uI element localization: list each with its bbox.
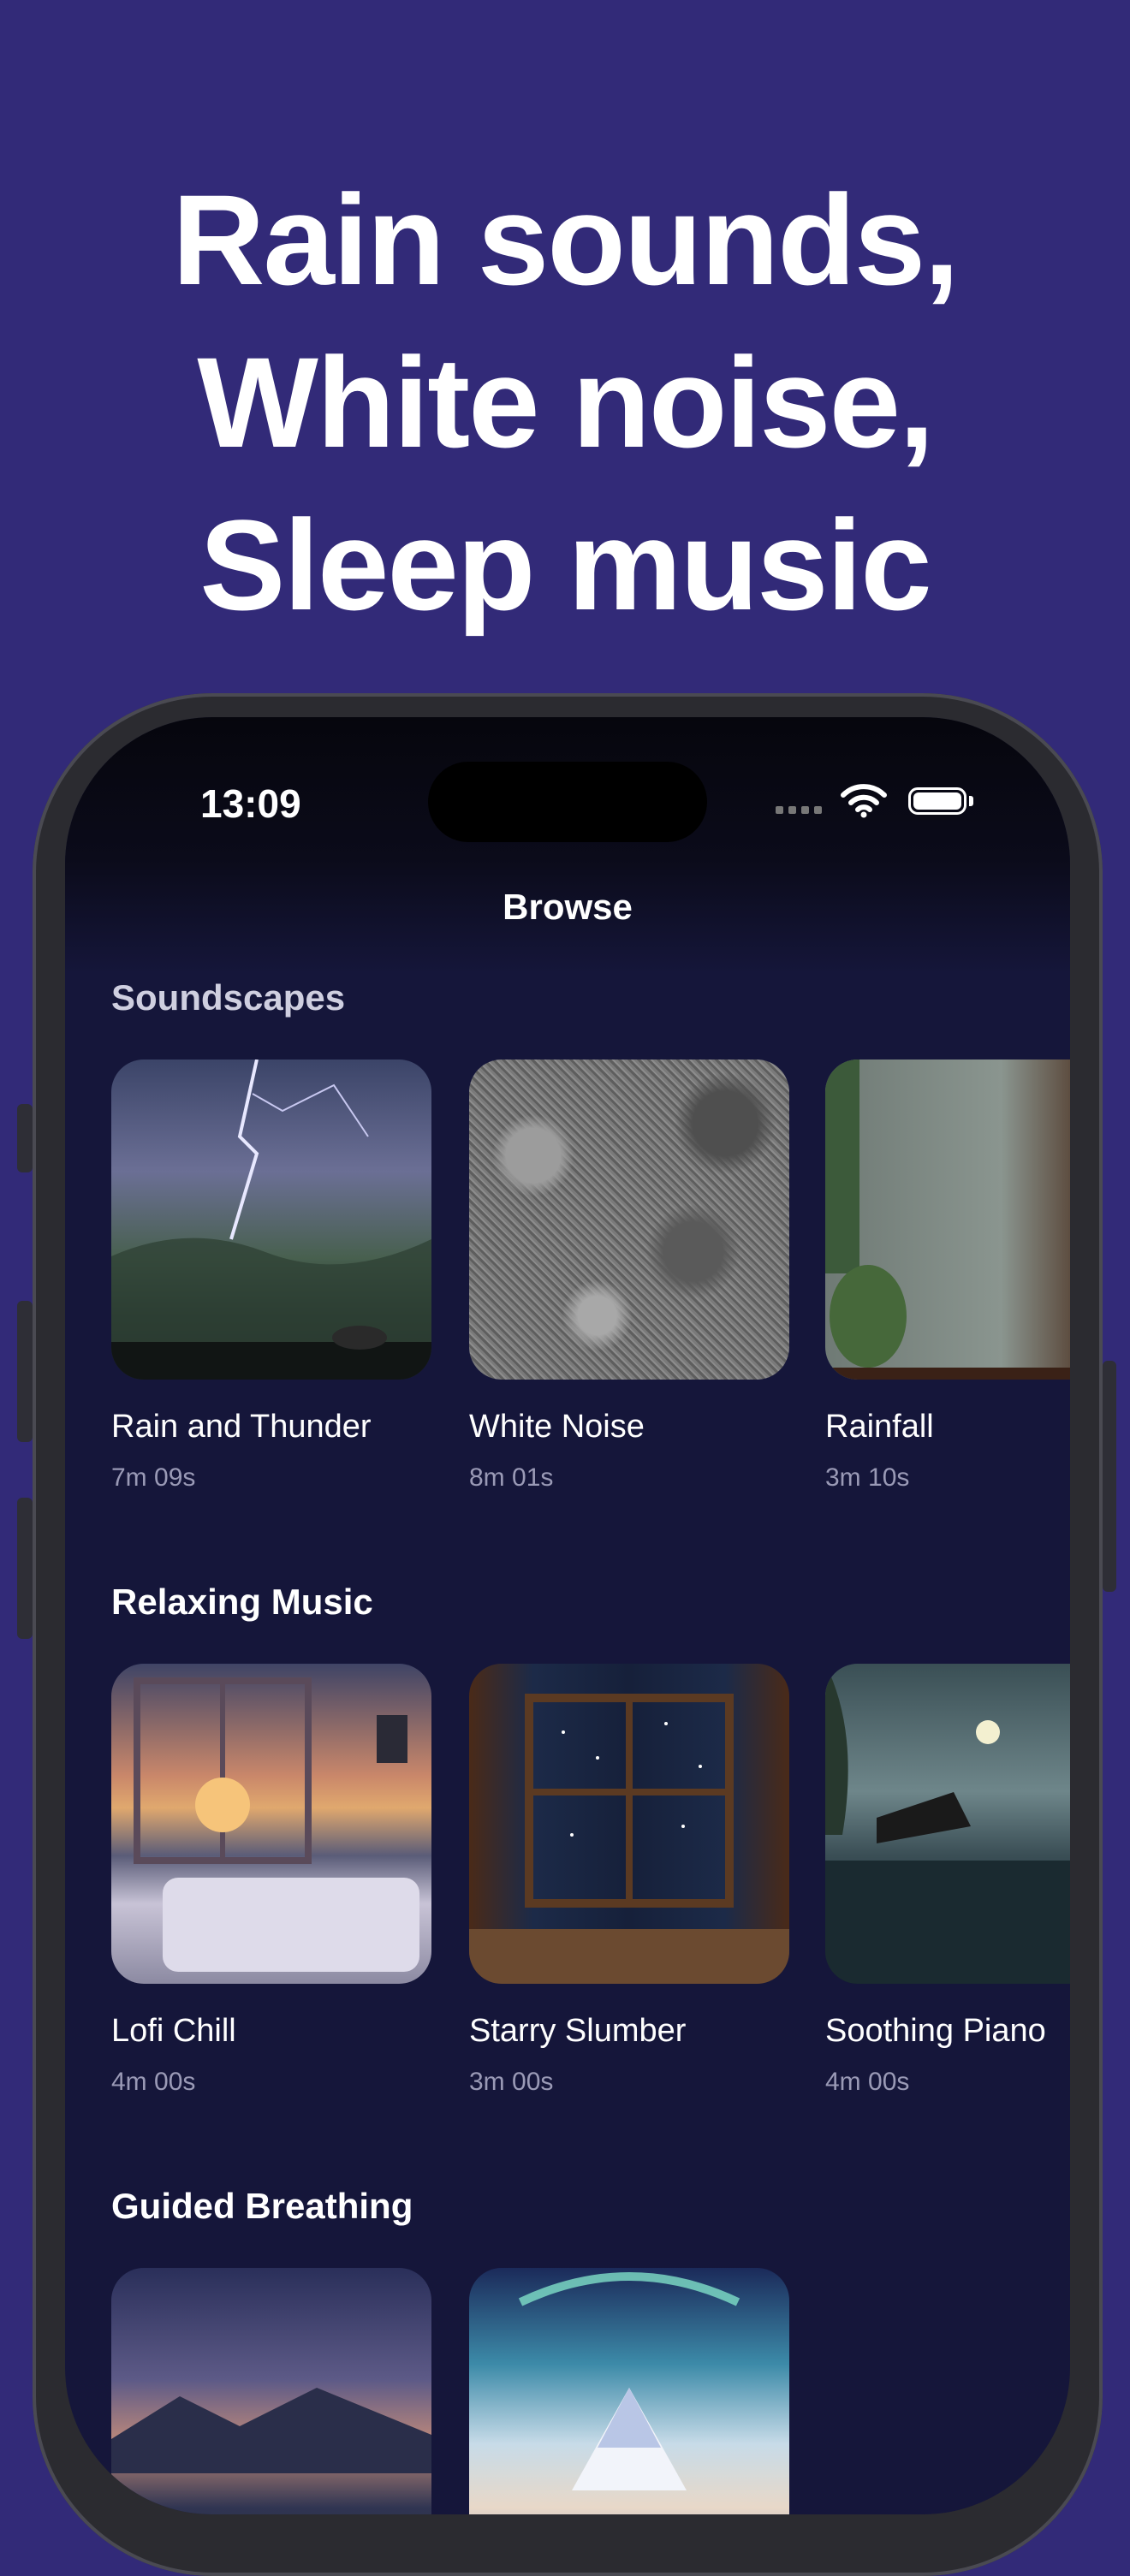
card-duration: 7m 09s	[111, 1463, 196, 1492]
lofi-chill-thumbnail	[111, 1664, 431, 1984]
card-guided-breathing-2[interactable]	[469, 2268, 789, 2514]
phone-volume-up-button	[17, 1301, 33, 1442]
card-duration: 4m 00s	[111, 2068, 196, 2096]
headline: Rain sounds, White noise, Sleep music	[0, 158, 1130, 646]
card-rain-and-thunder[interactable]: Rain and Thunder 7m 09s	[111, 1059, 431, 1492]
phone-action-button	[17, 1104, 33, 1172]
card-soothing-piano[interactable]: Soothing Piano 4m 00s	[825, 1664, 1070, 2096]
dusk-lake-thumbnail	[111, 2268, 431, 2514]
status-time: 13:09	[200, 781, 301, 826]
wifi-icon	[840, 784, 888, 818]
phone-volume-down-button	[17, 1498, 33, 1639]
section-title-relaxing-music: Relaxing Music	[111, 1582, 373, 1622]
card-starry-slumber[interactable]: Starry Slumber 3m 00s	[469, 1664, 789, 2096]
phone-power-button	[1103, 1361, 1116, 1592]
section-title-soundscapes: Soundscapes	[111, 977, 346, 1018]
soothing-piano-thumbnail	[825, 1664, 1070, 1984]
card-rainfall[interactable]: Rainfall 3m 10s	[825, 1059, 1070, 1492]
section-title-guided-breathing: Guided Breathing	[111, 2186, 413, 2226]
card-duration: 3m 00s	[469, 2068, 554, 2096]
headline-line-2: White noise,	[197, 330, 934, 474]
white-noise-thumbnail	[469, 1059, 789, 1380]
headline-line-3: Sleep music	[199, 493, 931, 637]
phone-screen: 13:09 Browse Soundscapes Rain and Thunde…	[65, 717, 1070, 2514]
aurora-mountain-thumbnail	[469, 2268, 789, 2514]
card-duration: 8m 01s	[469, 1463, 554, 1492]
card-white-noise[interactable]: White Noise 8m 01s	[469, 1059, 789, 1492]
card-title: Soothing Piano	[825, 2013, 1046, 2049]
card-title: Rainfall	[825, 1409, 934, 1445]
card-duration: 3m 10s	[825, 1463, 910, 1492]
dynamic-island	[428, 762, 707, 842]
card-title: Lofi Chill	[111, 2013, 236, 2049]
card-title: Rain and Thunder	[111, 1409, 372, 1445]
headline-line-1: Rain sounds,	[172, 168, 960, 312]
card-duration: 4m 00s	[825, 2068, 910, 2096]
battery-cap	[969, 796, 973, 806]
nav-title: Browse	[503, 887, 633, 927]
rainfall-thumbnail	[825, 1059, 1070, 1380]
cellular-signal-icon	[776, 806, 822, 814]
status-area-background	[65, 717, 1070, 974]
card-lofi-chill[interactable]: Lofi Chill 4m 00s	[111, 1664, 431, 2096]
battery-icon	[908, 787, 966, 815]
card-guided-breathing-1[interactable]	[111, 2268, 431, 2514]
starry-slumber-thumbnail	[469, 1664, 789, 1984]
card-title: White Noise	[469, 1409, 645, 1445]
rain-and-thunder-thumbnail	[111, 1059, 431, 1380]
card-title: Starry Slumber	[469, 2013, 687, 2049]
